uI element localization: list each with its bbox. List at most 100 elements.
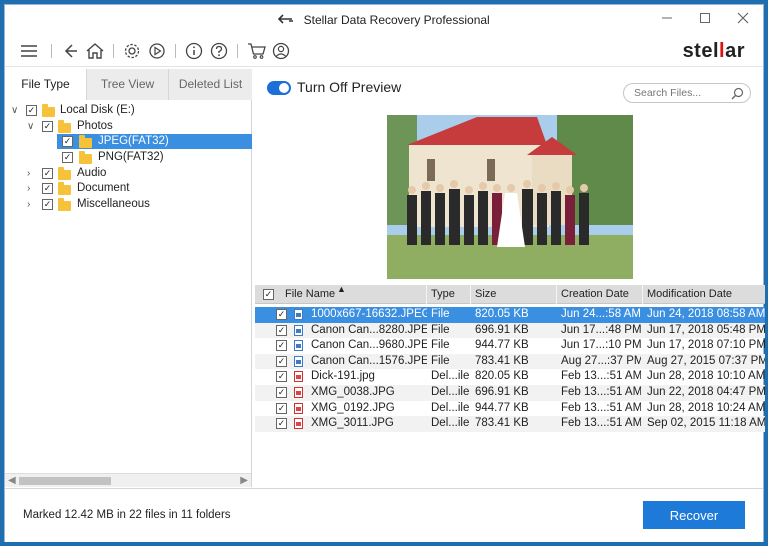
file-name-cell: 1000x667-16632.JPEG	[311, 308, 427, 320]
user-icon	[272, 42, 290, 60]
search-box[interactable]	[623, 83, 751, 103]
info-button[interactable]	[184, 41, 204, 61]
deleted-file-icon	[294, 418, 303, 430]
tree-checkbox[interactable]: ✓	[62, 152, 73, 163]
image-preview	[387, 115, 633, 279]
select-all-checkbox[interactable]: ✓	[263, 289, 274, 300]
title-bar: Stellar Data Recovery Professional	[5, 5, 763, 35]
back-icon	[64, 44, 77, 58]
row-checkbox[interactable]: ✓	[276, 402, 287, 414]
settings-button[interactable]	[122, 41, 142, 61]
tree-item-audio[interactable]: › ✓ Audio	[5, 166, 252, 181]
type-cell: Del...ile	[431, 370, 470, 383]
tree-item-label: JPEG(FAT32)	[98, 135, 169, 147]
search-icon[interactable]	[731, 87, 744, 100]
table-row[interactable]: ✓ XMG_0192.JPG Del...ile 944.77 KB Feb 13...…	[255, 401, 765, 417]
size-cell: 820.05 KB	[475, 370, 529, 383]
chevron-down-icon[interactable]: ∨	[27, 122, 37, 132]
column-header-modification-date[interactable]: Modification Date	[643, 285, 765, 304]
tree-item-label: Photos	[77, 120, 113, 132]
tree-checkbox[interactable]: ✓	[42, 168, 53, 179]
tree-checkbox[interactable]: ✓	[26, 105, 37, 116]
toolbar-divider	[175, 44, 176, 58]
table-row[interactable]: ✓ Canon Can...1576.JPEG File 783.41 KB Aug 2…	[255, 353, 765, 370]
tree-item-document[interactable]: › ✓ Document	[5, 181, 252, 196]
size-cell: 783.41 KB	[475, 417, 529, 430]
chevron-right-icon[interactable]: ›	[27, 184, 37, 194]
column-header-creation-date[interactable]: Creation Date	[557, 285, 643, 304]
type-cell: File	[431, 323, 450, 336]
home-button[interactable]	[85, 41, 105, 61]
column-header-size[interactable]: Size	[471, 285, 557, 304]
column-header-type[interactable]: Type	[427, 285, 471, 304]
undo-arrow-icon	[278, 14, 294, 24]
table-row[interactable]: ✓ XMG_0038.JPG Del...ile 696.91 KB Feb 13...…	[255, 385, 765, 401]
tree-checkbox[interactable]: ✓	[42, 199, 53, 210]
info-icon	[185, 42, 203, 60]
tab-tree-view[interactable]: Tree View	[87, 69, 169, 100]
tab-file-type[interactable]: File Type	[5, 69, 87, 100]
tree-checkbox[interactable]: ✓	[62, 136, 73, 147]
tree-item-png[interactable]: ✓ PNG(FAT32)	[5, 150, 252, 165]
row-checkbox[interactable]: ✓	[276, 309, 287, 320]
menu-button[interactable]	[19, 41, 39, 61]
preview-toggle[interactable]	[267, 81, 291, 95]
size-cell: 783.41 KB	[475, 354, 529, 367]
tree-item-photos[interactable]: ∨ ✓ Photos	[5, 119, 252, 134]
close-icon	[737, 12, 749, 24]
resume-button[interactable]	[147, 41, 167, 61]
creation-date-cell: Jun 17...:10 PM	[561, 339, 641, 352]
maximize-button[interactable]	[697, 11, 713, 27]
scroll-left-icon[interactable]: ◀	[8, 475, 16, 486]
search-input[interactable]	[632, 86, 732, 100]
image-file-icon	[294, 324, 303, 336]
type-cell: File	[431, 354, 450, 367]
toolbar-divider	[237, 44, 238, 58]
horizontal-scrollbar[interactable]: ◀ ▶	[5, 473, 251, 487]
preview-toggle-label: Turn Off Preview	[297, 79, 402, 95]
row-checkbox[interactable]: ✓	[276, 387, 287, 398]
minimize-button[interactable]	[659, 11, 675, 27]
table-row[interactable]: ✓ Canon Can...9680.JPEG File 944.77 KB Jun 1…	[255, 338, 765, 354]
table-row[interactable]: ✓ 1000x667-16632.JPEG File 820.05 KB Jun 24.…	[255, 307, 765, 323]
tree-item-jpeg[interactable]: ✓ JPEG(FAT32)	[57, 134, 252, 149]
deleted-file-icon	[294, 371, 303, 383]
modification-date-cell: Jun 17, 2018 07:10 PM	[647, 339, 765, 352]
chevron-right-icon[interactable]: ›	[27, 200, 37, 210]
stellar-logo: stellar	[682, 40, 745, 62]
table-row[interactable]: ✓ XMG_3011.JPG Del...ile 783.41 KB Feb 13...…	[255, 416, 765, 432]
file-name-cell: Canon Can...8280.JPEG	[311, 323, 427, 336]
row-checkbox[interactable]: ✓	[276, 324, 287, 336]
status-bar: Marked 12.42 MB in 22 files in 11 folder…	[5, 488, 763, 542]
tree-item-local-disk[interactable]: ∨ ✓ Local Disk (E:)	[5, 103, 252, 118]
scrollbar-thumb[interactable]	[19, 477, 111, 485]
size-cell: 944.77 KB	[475, 339, 529, 352]
table-row[interactable]: ✓ Canon Can...8280.JPEG File 696.91 KB Jun 1…	[255, 322, 765, 339]
row-checkbox[interactable]: ✓	[276, 340, 287, 352]
tree-checkbox[interactable]: ✓	[42, 121, 53, 132]
close-button[interactable]	[735, 11, 751, 27]
table-row[interactable]: ✓ Dick-191.jpg Del...ile 820.05 KB Feb 13...…	[255, 369, 765, 385]
account-button[interactable]	[271, 41, 291, 61]
back-button[interactable]	[61, 41, 81, 61]
deleted-file-icon	[294, 402, 303, 414]
row-checkbox[interactable]: ✓	[276, 371, 287, 383]
row-checkbox[interactable]: ✓	[276, 355, 287, 367]
help-icon	[210, 42, 228, 60]
tab-deleted-list[interactable]: Deleted List	[169, 69, 252, 100]
column-header-file-name[interactable]: File Name ▲	[281, 284, 427, 304]
recover-button[interactable]: Recover	[643, 501, 745, 529]
cart-button[interactable]	[247, 41, 267, 61]
row-checkbox[interactable]: ✓	[276, 418, 287, 430]
file-name-cell: Canon Can...1576.JPEG	[311, 354, 427, 367]
tree-item-label: Miscellaneous	[77, 198, 150, 210]
menu-icon	[21, 45, 37, 57]
chevron-right-icon[interactable]: ›	[27, 169, 37, 179]
image-file-icon	[294, 340, 303, 352]
scroll-right-icon[interactable]: ▶	[240, 475, 248, 486]
help-button[interactable]	[209, 41, 229, 61]
tree-item-miscellaneous[interactable]: › ✓ Miscellaneous	[5, 197, 252, 212]
modification-date-cell: Sep 02, 2015 11:18 AM	[647, 417, 765, 430]
chevron-down-icon[interactable]: ∨	[11, 106, 21, 116]
tree-checkbox[interactable]: ✓	[42, 183, 53, 194]
